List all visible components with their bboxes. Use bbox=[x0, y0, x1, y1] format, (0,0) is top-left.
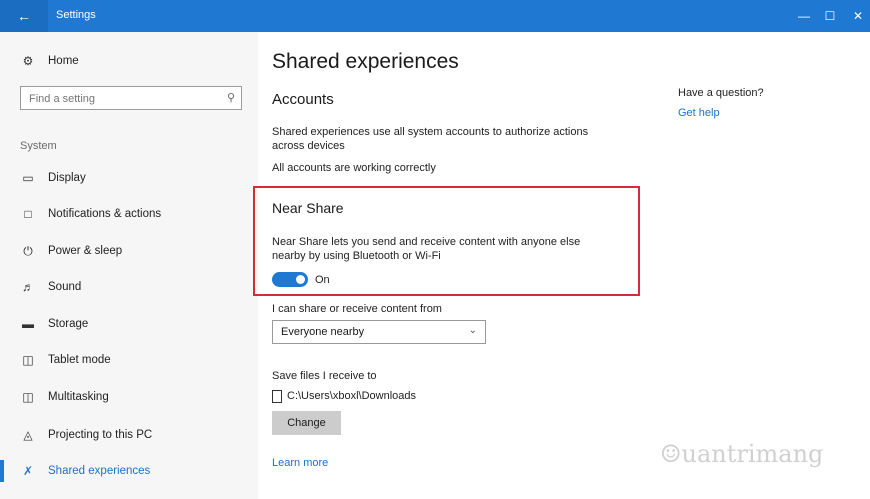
sidebar-item-tablet-mode[interactable]: ◫ Tablet mode bbox=[0, 343, 258, 377]
near-share-toggle[interactable] bbox=[272, 272, 308, 287]
watermark-logo: ☺uantrimang bbox=[660, 440, 824, 468]
sidebar-item-shared-experiences[interactable]: ✗ Shared experiences bbox=[0, 454, 258, 488]
search-icon[interactable]: ⚲ bbox=[227, 91, 235, 104]
sidebar-item-label: Storage bbox=[48, 318, 89, 330]
multitasking-icon: ◫ bbox=[22, 390, 34, 404]
sound-icon: ♬ bbox=[22, 280, 34, 294]
get-help-link[interactable]: Get help bbox=[678, 107, 720, 119]
accounts-heading: Accounts bbox=[272, 91, 334, 108]
tablet-icon: ◫ bbox=[22, 353, 34, 367]
save-location-label: Save files I receive to bbox=[272, 370, 377, 382]
sidebar-item-label: Notifications & actions bbox=[48, 208, 162, 220]
close-button[interactable]: ✕ bbox=[840, 0, 870, 32]
toggle-state-label: On bbox=[315, 274, 330, 286]
notifications-icon: □ bbox=[24, 207, 32, 221]
save-path: C:\Users\xboxl\Downloads bbox=[287, 390, 416, 402]
search-input[interactable] bbox=[27, 88, 221, 110]
sidebar-item-multitasking[interactable]: ◫ Multitasking bbox=[0, 380, 258, 414]
share-from-dropdown[interactable]: Everyone nearby ⌄ bbox=[272, 320, 486, 344]
help-question: Have a question? bbox=[678, 87, 764, 99]
file-icon bbox=[272, 389, 282, 403]
accounts-desc-line2: across devices bbox=[272, 140, 345, 152]
title-bar: ← Settings — ☐ ✕ bbox=[0, 0, 870, 32]
sidebar-item-sound[interactable]: ♬ Sound bbox=[0, 270, 258, 304]
sidebar-item-label: Shared experiences bbox=[48, 465, 151, 477]
toggle-knob bbox=[296, 275, 305, 284]
projecting-icon: ◬ bbox=[23, 428, 33, 442]
sidebar-item-label: Display bbox=[48, 172, 86, 184]
display-icon: ▭ bbox=[22, 171, 34, 185]
gear-icon: ⚙ bbox=[22, 54, 34, 68]
sidebar-item-label: Power & sleep bbox=[48, 245, 123, 257]
back-arrow-icon[interactable]: ← bbox=[0, 0, 48, 32]
dropdown-value: Everyone nearby bbox=[281, 326, 365, 338]
window-title: Settings bbox=[56, 9, 96, 21]
search-box[interactable]: ⚲ bbox=[20, 86, 242, 110]
chevron-down-icon: ⌄ bbox=[468, 325, 477, 336]
sidebar-item-storage[interactable]: ▬ Storage bbox=[0, 307, 258, 341]
power-icon: ⏻ bbox=[23, 243, 33, 258]
near-share-heading: Near Share bbox=[272, 200, 344, 216]
sidebar-item-projecting[interactable]: ◬ Projecting to this PC bbox=[0, 418, 258, 452]
accounts-desc-line1: Shared experiences use all system accoun… bbox=[272, 126, 589, 138]
section-label: System bbox=[20, 140, 57, 152]
sidebar-item-notifications[interactable]: □ Notifications & actions bbox=[0, 197, 258, 231]
accounts-status: All accounts are working correctly bbox=[272, 162, 436, 174]
sidebar-item-label: Projecting to this PC bbox=[48, 429, 153, 441]
sidebar-item-label: Multitasking bbox=[48, 391, 109, 403]
sidebar-item-display[interactable]: ▭ Display bbox=[0, 161, 258, 195]
sidebar-item-label: Sound bbox=[48, 281, 82, 293]
share-from-label: I can share or receive content from bbox=[272, 303, 442, 315]
learn-more-link[interactable]: Learn more bbox=[272, 457, 328, 469]
near-share-desc-line1: Near Share lets you send and receive con… bbox=[272, 236, 581, 248]
sidebar-item-label: Tablet mode bbox=[48, 354, 111, 366]
near-share-desc-line2: nearby by using Bluetooth or Wi-Fi bbox=[272, 250, 441, 262]
sidebar-item-label: Home bbox=[48, 55, 79, 67]
save-path-row: C:\Users\xboxl\Downloads bbox=[272, 389, 416, 403]
change-button[interactable]: Change bbox=[272, 411, 341, 435]
sidebar-item-home[interactable]: ⚙ Home bbox=[0, 44, 258, 78]
sidebar-item-power[interactable]: ⏻ Power & sleep bbox=[0, 234, 258, 268]
page-title: Shared experiences bbox=[272, 50, 459, 73]
shared-experiences-icon: ✗ bbox=[22, 464, 34, 478]
storage-icon: ▬ bbox=[22, 317, 34, 331]
